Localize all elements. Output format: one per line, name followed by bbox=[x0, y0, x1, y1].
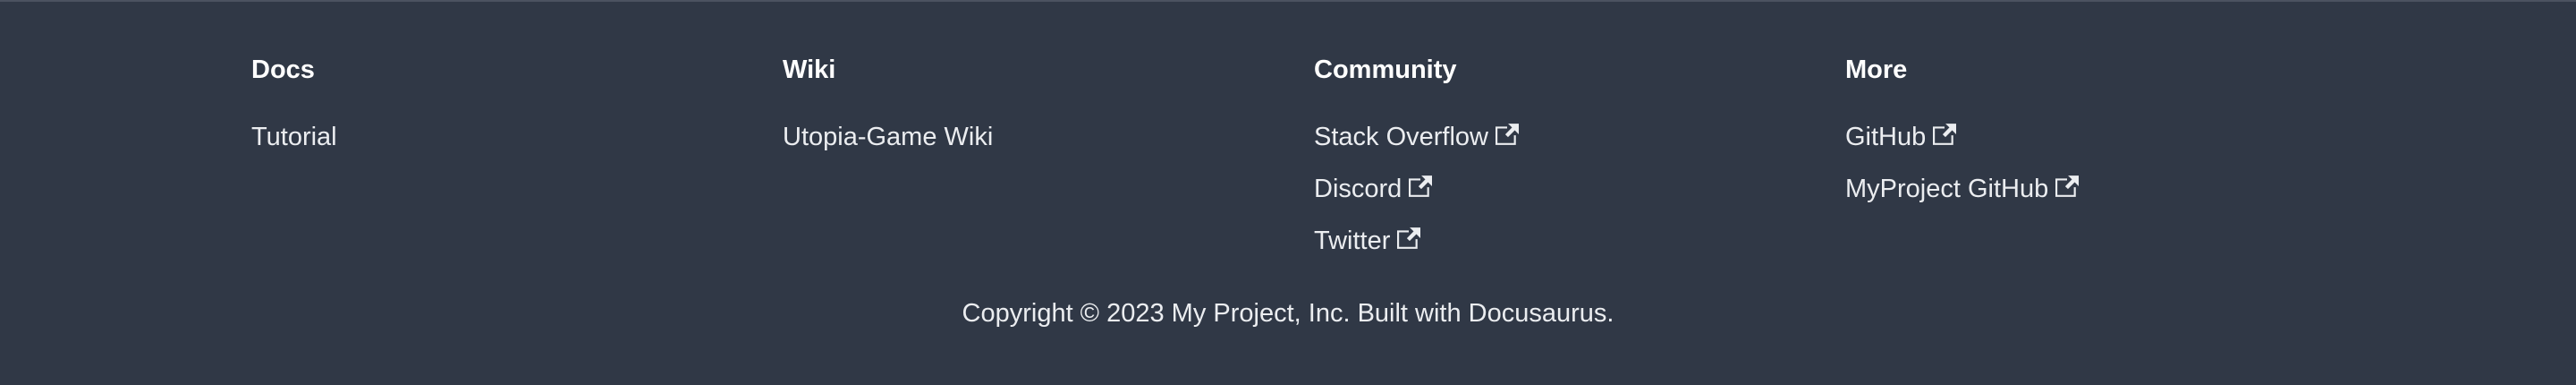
footer-link-label: MyProject GitHub bbox=[1845, 175, 2049, 203]
external-link-icon bbox=[1397, 227, 1421, 250]
external-link-icon bbox=[1496, 123, 1519, 146]
footer-link-myproject-github[interactable]: MyProject GitHub bbox=[1845, 173, 2080, 205]
external-link-icon bbox=[1409, 175, 1433, 198]
footer-link-twitter[interactable]: Twitter bbox=[1314, 225, 1421, 257]
footer-link-label: Stack Overflow bbox=[1314, 123, 1488, 151]
footer-link-stack-overflow[interactable]: Stack Overflow bbox=[1314, 121, 1519, 153]
footer-link-label: Tutorial bbox=[251, 123, 337, 151]
footer-link-tutorial[interactable]: Tutorial bbox=[251, 121, 337, 153]
footer-column-title: More bbox=[1845, 56, 1908, 84]
footer-link-label: GitHub bbox=[1845, 123, 1927, 151]
footer-link-label: Discord bbox=[1314, 175, 1402, 203]
footer-column-title: Community bbox=[1314, 56, 1457, 84]
footer-column-title: Wiki bbox=[783, 56, 836, 84]
footer-link-discord[interactable]: Discord bbox=[1314, 173, 1433, 205]
external-link-icon bbox=[2055, 175, 2080, 198]
footer-copyright: Copyright © 2023 My Project, Inc. Built … bbox=[962, 299, 1614, 328]
footer-link-github[interactable]: GitHub bbox=[1845, 121, 1957, 153]
footer-column-title: Docs bbox=[251, 56, 315, 84]
external-link-icon bbox=[1933, 123, 1957, 146]
site-footer: Docs Tutorial Wiki Utopia-Game Wiki Comm… bbox=[0, 0, 2576, 385]
footer-link-utopia-game-wiki[interactable]: Utopia-Game Wiki bbox=[783, 121, 993, 153]
footer-link-label: Twitter bbox=[1314, 227, 1391, 255]
footer-link-label: Utopia-Game Wiki bbox=[783, 123, 994, 151]
